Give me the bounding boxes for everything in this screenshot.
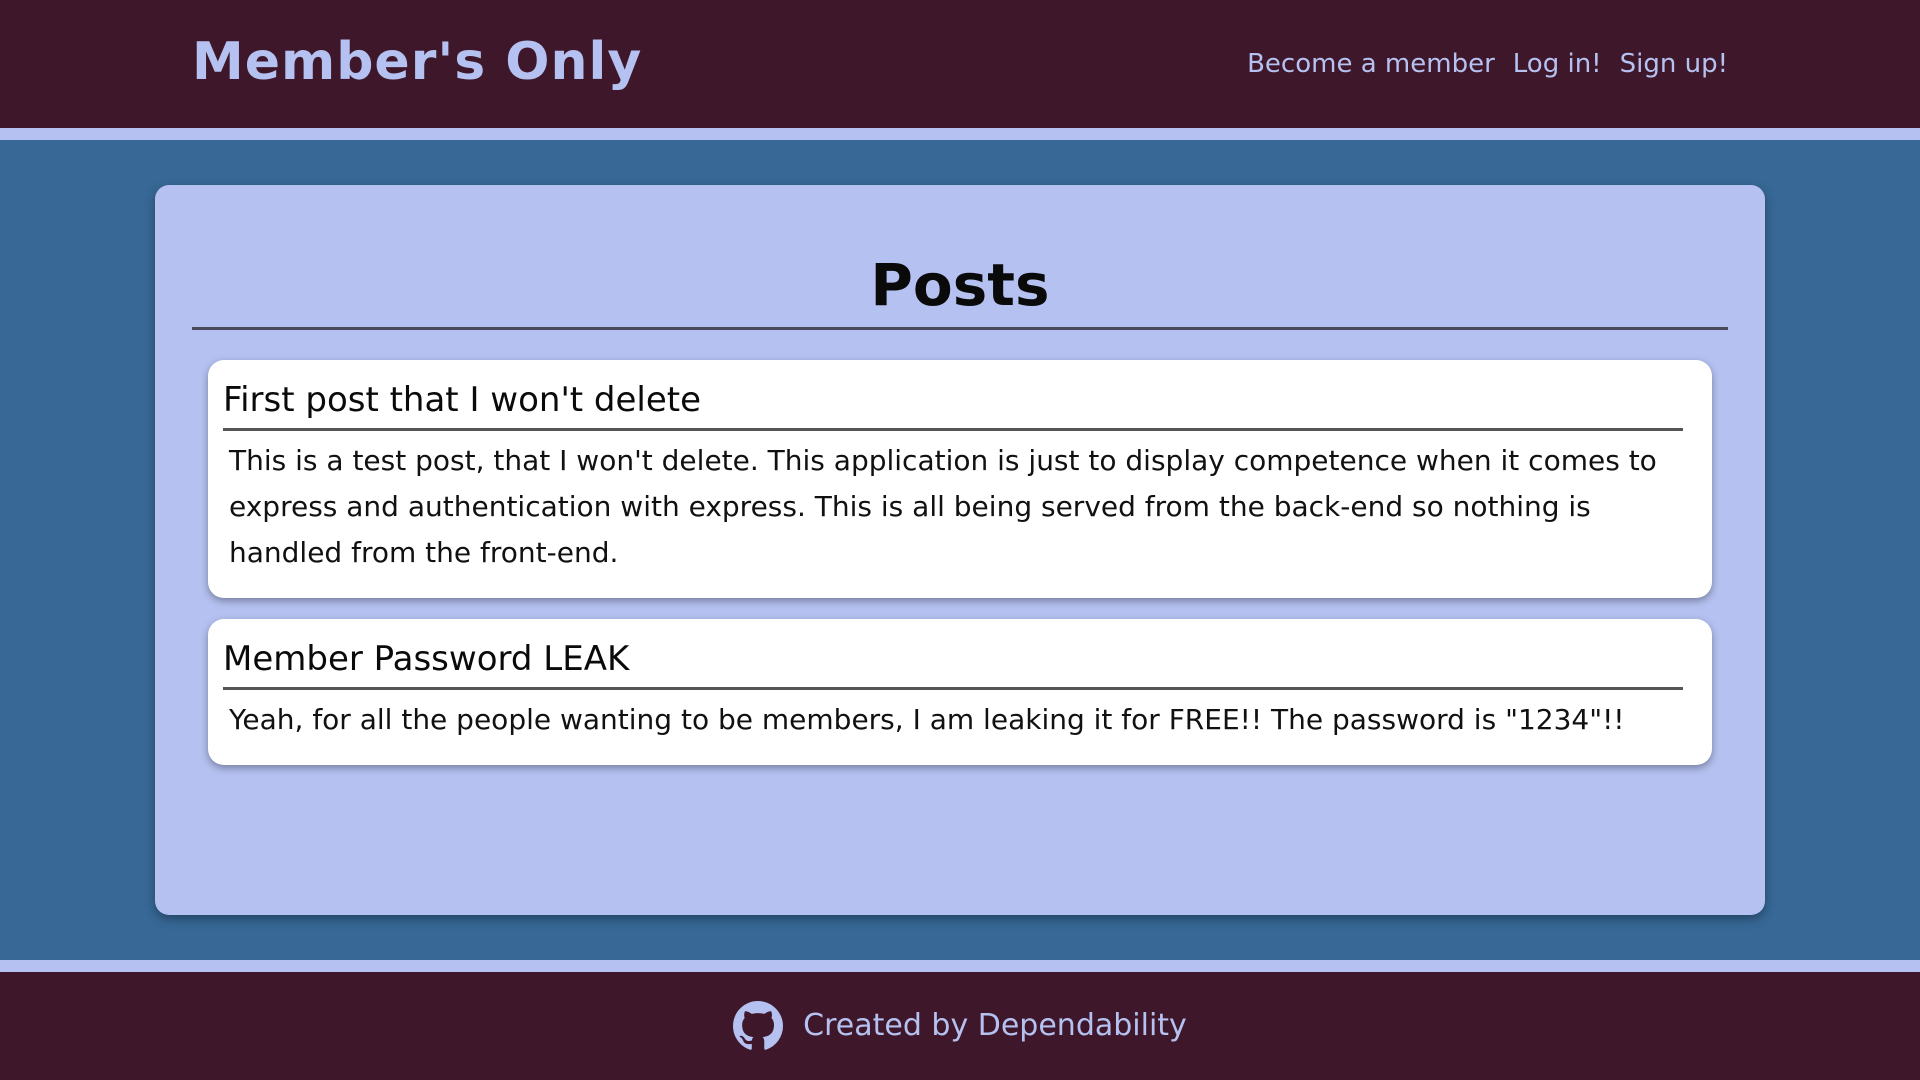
footer-credit: Created by Dependability <box>803 1008 1187 1043</box>
posts-panel: Posts First post that I won't delete Thi… <box>155 185 1765 915</box>
main-nav: Become a member Log in! Sign up! <box>1247 46 1728 82</box>
site-logo[interactable]: Member's Only <box>192 26 642 98</box>
post-card: First post that I won't delete This is a… <box>208 360 1712 598</box>
post-title: Member Password LEAK <box>223 639 630 679</box>
post-title: First post that I won't delete <box>223 380 702 420</box>
post-divider <box>223 428 1683 431</box>
nav-sign-up-link[interactable]: Sign up! <box>1620 46 1728 82</box>
post-body: Yeah, for all the people wanting to be m… <box>229 703 1625 736</box>
nav-become-member-link[interactable]: Become a member <box>1247 46 1495 82</box>
title-divider <box>192 327 1728 330</box>
github-link[interactable] <box>733 1001 784 1051</box>
page-title: Posts <box>870 251 1050 319</box>
site-footer: Created by Dependability <box>0 960 1920 1080</box>
site-header: Member's Only Become a member Log in! Si… <box>0 0 1920 140</box>
post-card: Member Password LEAK Yeah, for all the p… <box>208 619 1712 765</box>
post-divider <box>223 687 1683 690</box>
github-icon <box>733 1001 784 1050</box>
nav-log-in-link[interactable]: Log in! <box>1513 46 1602 82</box>
post-body: This is a test post, that I won't delete… <box>229 444 1657 569</box>
